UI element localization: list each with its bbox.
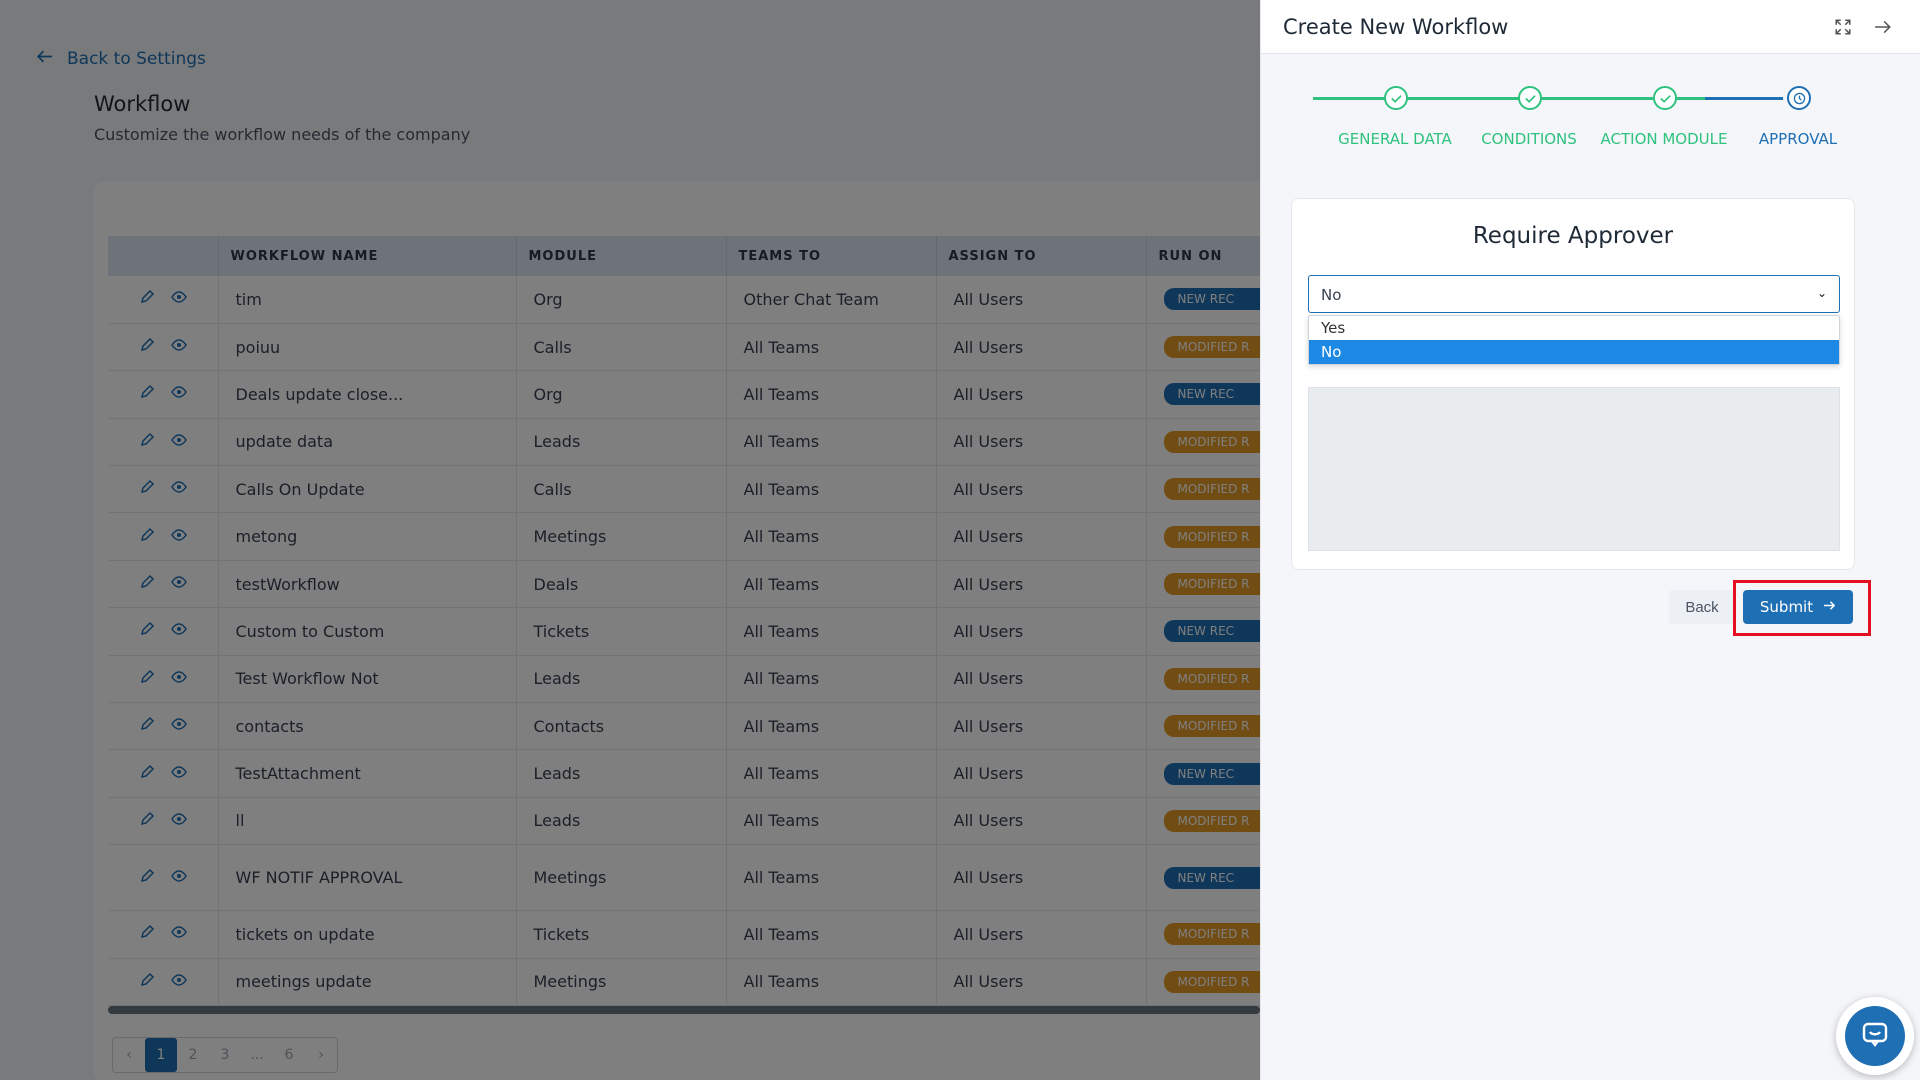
approver-details-area xyxy=(1308,387,1840,551)
expand-icon[interactable] xyxy=(1834,18,1852,40)
option-no[interactable]: No xyxy=(1309,340,1839,364)
step-action-module-check-icon xyxy=(1653,86,1677,110)
stepper-line-complete xyxy=(1313,97,1705,100)
arrow-right-icon xyxy=(1823,598,1836,616)
chat-support-button[interactable] xyxy=(1836,997,1914,1075)
back-button[interactable]: Back xyxy=(1669,590,1735,624)
arrow-right-icon[interactable] xyxy=(1874,18,1892,40)
stepper-line-current xyxy=(1705,97,1783,100)
chat-icon xyxy=(1859,1018,1891,1054)
require-approver-selected-value: No xyxy=(1321,286,1342,304)
approval-card: Require Approver No ⌄ Yes No xyxy=(1291,198,1855,570)
step-label-general-data[interactable]: GENERAL DATA xyxy=(1338,130,1452,148)
workflow-stepper: GENERAL DATA CONDITIONS ACTION MODULE AP… xyxy=(1313,86,1853,156)
step-general-data-check-icon xyxy=(1384,86,1408,110)
chevron-down-icon: ⌄ xyxy=(1816,286,1827,300)
create-workflow-drawer: Create New Workflow GENERAL DATA CONDITI… xyxy=(1260,0,1920,1080)
modal-backdrop[interactable] xyxy=(0,0,1260,1080)
step-approval-clock-icon xyxy=(1787,86,1811,110)
step-label-action-module[interactable]: ACTION MODULE xyxy=(1601,130,1728,148)
drawer-title: Create New Workflow xyxy=(1283,15,1509,39)
step-conditions-check-icon xyxy=(1518,86,1542,110)
drawer-header: Create New Workflow xyxy=(1261,0,1920,54)
step-label-conditions[interactable]: CONDITIONS xyxy=(1481,130,1577,148)
require-approver-select[interactable]: No ⌄ xyxy=(1308,275,1840,313)
require-approver-dropdown: Yes No xyxy=(1308,315,1840,365)
submit-button[interactable]: Submit xyxy=(1743,590,1853,624)
step-label-approval[interactable]: APPROVAL xyxy=(1759,130,1837,148)
submit-label: Submit xyxy=(1759,598,1814,616)
require-approver-title: Require Approver xyxy=(1472,223,1674,249)
option-yes[interactable]: Yes xyxy=(1309,316,1839,340)
